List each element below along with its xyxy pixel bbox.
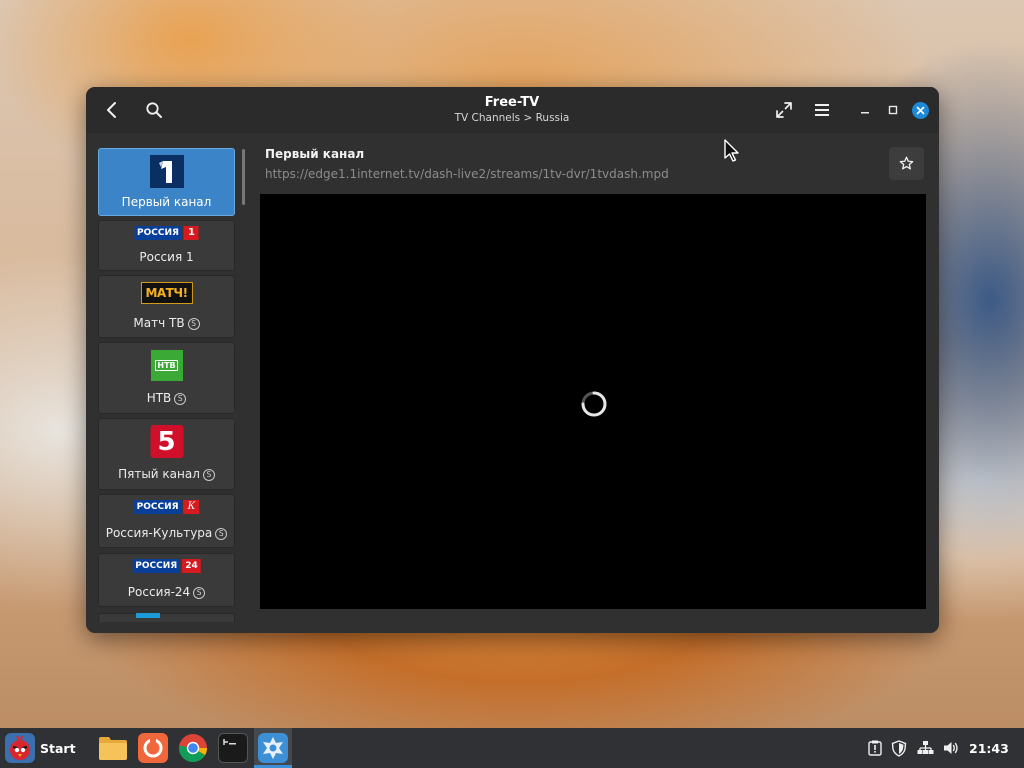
angry-bird-start-icon	[5, 733, 35, 763]
subscription-badge: S	[174, 393, 187, 405]
title-block: Free-TV TV Channels > Russia	[386, 95, 638, 125]
search-icon	[146, 102, 162, 118]
match-tv-logo: МАТЧ!	[140, 282, 193, 304]
stream-url: https://edge1.1internet.tv/dash-live2/st…	[265, 167, 669, 181]
files-icon	[99, 737, 127, 760]
clock[interactable]: 21:43	[969, 741, 1009, 756]
russia-24-logo: РОССИЯ 24	[132, 559, 201, 573]
window-title: Free-TV	[484, 95, 540, 110]
minimize-button[interactable]	[850, 96, 880, 124]
channel-card-perviy-kanal[interactable]: Первый канал	[98, 148, 235, 216]
current-channel-title: Первый канал	[265, 147, 365, 161]
tray-volume[interactable]	[942, 739, 960, 757]
channel-label: Первый канал	[121, 195, 212, 209]
chrome-icon	[179, 734, 207, 762]
taskbar-chrome[interactable]	[177, 732, 209, 764]
window-subtitle: TV Channels > Russia	[454, 112, 570, 124]
minimize-icon	[861, 112, 869, 114]
start-label[interactable]: Start	[40, 741, 76, 756]
network-icon	[917, 741, 933, 754]
channel-label: Матч ТВ S	[99, 316, 234, 330]
channel-logo-partial	[136, 613, 160, 618]
channel-card-pyatyy-kanal[interactable]: 5 Пятый канал S	[98, 418, 235, 490]
taskbar-firefox[interactable]	[137, 732, 169, 764]
channel-card-partial[interactable]	[98, 613, 235, 622]
channel-card-match-tv[interactable]: МАТЧ! Матч ТВ S	[98, 275, 235, 338]
channel-list-scrollbar[interactable]	[242, 149, 245, 205]
fullscreen-icon	[776, 102, 792, 118]
terminal-icon	[218, 733, 248, 763]
channel-label: Россия 1	[139, 250, 194, 264]
subscription-badge: S	[193, 587, 206, 599]
fullscreen-button[interactable]	[769, 96, 799, 124]
ntv-logo: НТВ	[150, 350, 183, 381]
loading-spinner-icon	[581, 391, 607, 417]
subscription-badge: S	[215, 528, 228, 540]
channel-label: Россия-24 S	[99, 585, 234, 599]
close-icon	[916, 106, 925, 115]
favorite-button[interactable]	[889, 147, 924, 180]
search-button[interactable]	[139, 96, 169, 124]
volume-icon	[943, 742, 958, 754]
tray-network[interactable]	[916, 739, 934, 757]
channel-card-ntv[interactable]: НТВ НТВ S	[98, 342, 235, 414]
star-icon	[899, 156, 914, 170]
tray-shield[interactable]	[890, 739, 908, 757]
video-player[interactable]	[260, 194, 926, 609]
tray-update[interactable]	[866, 739, 884, 757]
channel-label: Пятый канал S	[99, 467, 234, 481]
maximize-icon	[888, 105, 898, 115]
mouse-pointer-icon	[724, 139, 739, 162]
channel-label: НТВ S	[99, 391, 234, 405]
channel-five-logo: 5	[150, 425, 183, 458]
taskbar-terminal[interactable]	[217, 732, 249, 764]
shield-icon	[891, 739, 907, 757]
channel-card-rossiya-kultura[interactable]: РОССИЯ К Россия-Культура S	[98, 494, 235, 548]
main-menu-button[interactable]	[807, 96, 837, 124]
headerbar: Free-TV TV Channels > Russia	[86, 87, 939, 133]
close-button[interactable]	[912, 102, 929, 119]
subscription-badge: S	[187, 318, 200, 330]
channel-card-rossiya-24[interactable]: РОССИЯ 24 Россия-24 S	[98, 553, 235, 607]
update-icon	[868, 740, 882, 756]
start-button[interactable]	[4, 732, 36, 764]
channel-list[interactable]: Первый канал РОССИЯ 1 Россия 1 МАТЧ! Мат…	[98, 146, 249, 622]
back-button[interactable]	[97, 96, 127, 124]
hamburger-menu-icon	[815, 104, 829, 116]
taskbar: Start 21:43	[0, 728, 1024, 768]
free-tv-icon	[258, 733, 288, 763]
subscription-badge: S	[202, 469, 215, 481]
back-arrow-icon	[107, 102, 116, 118]
taskbar-free-tv[interactable]	[257, 732, 289, 764]
maximize-button[interactable]	[878, 96, 908, 124]
firefox-icon	[138, 733, 168, 763]
free-tv-window: Free-TV TV Channels > Russia Первый кана…	[86, 87, 939, 633]
taskbar-files[interactable]	[97, 732, 129, 764]
russia-k-logo: РОССИЯ К	[133, 500, 200, 514]
channel-card-rossiya-1[interactable]: РОССИЯ 1 Россия 1	[98, 220, 235, 271]
russia-1-logo: РОССИЯ 1	[134, 226, 199, 240]
channel-one-logo	[149, 155, 184, 188]
channel-label: Россия-Культура S	[99, 526, 234, 540]
